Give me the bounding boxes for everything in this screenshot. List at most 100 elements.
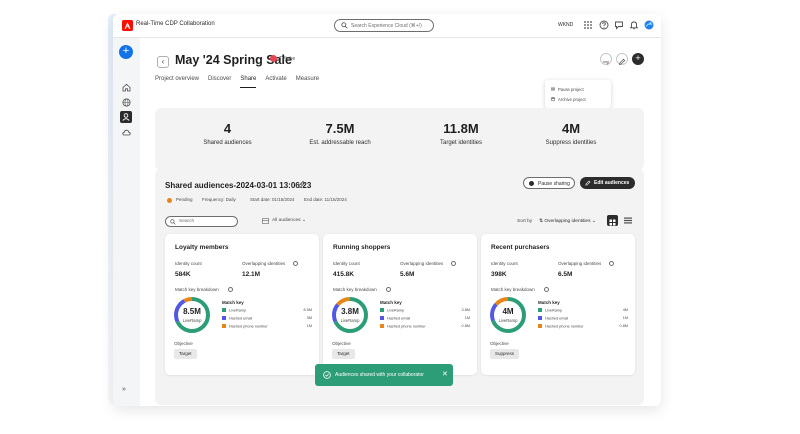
- legend-label: Hashed email: [387, 316, 411, 321]
- stat-label: Shared audiences: [203, 140, 252, 146]
- stat-value: 4: [223, 121, 232, 136]
- info-icon[interactable]: [609, 261, 614, 266]
- info-icon[interactable]: [451, 261, 456, 266]
- project-actions-menu: Pause project Archive project: [545, 80, 611, 108]
- identity-count-value: 398K: [491, 271, 507, 278]
- tab-discover[interactable]: Discover: [208, 76, 231, 88]
- audience-card[interactable]: Running shoppers Identity count 415.8K O…: [323, 234, 477, 375]
- match-key-breakdown-label: Match key breakdown: [175, 287, 219, 292]
- archive-icon: [551, 97, 555, 101]
- audience-card[interactable]: Recent purchasers Identity count 398K Ov…: [481, 234, 635, 375]
- pause-sharing-label: Pause sharing: [538, 180, 570, 187]
- tab-project-overview[interactable]: Project overview: [155, 76, 199, 88]
- info-icon[interactable]: [544, 287, 549, 292]
- legend-row-liveramp: LiveRamp 8.5M: [222, 308, 312, 313]
- search-icon: [170, 219, 176, 225]
- pencil-icon: [618, 58, 626, 66]
- people-icon[interactable]: [120, 111, 132, 123]
- create-button[interactable]: +: [119, 45, 133, 59]
- org-switcher[interactable]: WKND: [558, 22, 573, 28]
- stat-label: Suppress identities: [545, 140, 597, 146]
- sort-dropdown[interactable]: ⇅ Overlapping identities ⌄: [539, 219, 596, 224]
- audience-name: Recent purchasers: [491, 244, 550, 251]
- audience-name: Running shoppers: [333, 244, 391, 251]
- legend-swatch: [380, 308, 384, 312]
- donut-value: 4M: [502, 307, 514, 316]
- donut-sublabel: LiveRamp: [340, 318, 360, 323]
- legend-value: 3.8M: [461, 308, 470, 312]
- overlap-label: Overlapping identities: [558, 261, 602, 266]
- help-icon[interactable]: [599, 20, 609, 30]
- legend-swatch: [538, 308, 542, 312]
- legend-value: 0.8M: [461, 324, 470, 328]
- adobe-logo-icon[interactable]: [122, 20, 133, 31]
- audience-card[interactable]: Loyalty members Identity count 584K Over…: [165, 234, 319, 375]
- edit-audiences-label: Edit audiences: [594, 179, 630, 186]
- legend-row-hashed-phone: Hashed phone number 1M: [222, 324, 312, 329]
- legend-swatch: [538, 324, 542, 328]
- panel-title: Shared audiences-2024-03-01 13:06:23: [165, 181, 312, 190]
- tab-activate[interactable]: Activate: [265, 76, 286, 88]
- audience-filter-label: All audiences: [272, 218, 301, 223]
- globe-icon[interactable]: [122, 98, 131, 107]
- more-actions-button[interactable]: [600, 53, 612, 66]
- toast-close-button[interactable]: ✕: [442, 370, 448, 378]
- menu-item-pause-project[interactable]: Pause project: [558, 87, 584, 92]
- pause-sharing-button[interactable]: Pause sharing: [523, 177, 575, 189]
- identity-count-value: 584K: [175, 271, 191, 278]
- stat-addressable-reach: 7.5M Est. addressable reach: [285, 121, 395, 146]
- user-avatar-icon[interactable]: [644, 20, 654, 30]
- legend-label: Hashed phone number: [387, 324, 426, 329]
- top-bar: Real-Time CDP Collaboration Search Exper…: [113, 14, 661, 38]
- edit-audiences-button[interactable]: Edit audiences: [580, 177, 635, 189]
- info-icon[interactable]: [293, 261, 298, 266]
- identity-count-label: Identity count: [175, 261, 202, 266]
- notifications-bell-icon[interactable]: [629, 20, 639, 30]
- global-search-input[interactable]: Search Experience Cloud (⌘+/): [334, 19, 434, 32]
- edit-title-pencil-icon[interactable]: [297, 180, 306, 189]
- legend-row-hashed-email: Hashed email 1M: [380, 316, 470, 321]
- overlap-label: Overlapping identities: [400, 261, 444, 266]
- frequency-text: Frequency: Daily: [202, 197, 236, 202]
- tab-share[interactable]: Share: [240, 76, 257, 88]
- edit-project-button[interactable]: [616, 53, 628, 66]
- legend-label: Hashed email: [545, 316, 569, 321]
- cloud-icon[interactable]: [122, 128, 131, 137]
- legend-row-hashed-phone: Hashed phone number 0.8M: [380, 324, 470, 329]
- legend-label: LiveRamp: [545, 308, 563, 313]
- expand-nav-button[interactable]: »: [122, 386, 126, 393]
- identity-count-label: Identity count: [333, 261, 360, 266]
- identity-count-label: Identity count: [491, 261, 518, 266]
- add-button[interactable]: +: [632, 53, 644, 65]
- objective-label: Objective: [174, 341, 193, 346]
- feedback-icon[interactable]: [614, 20, 624, 30]
- legend-swatch: [380, 316, 384, 320]
- legend-label: Hashed phone number: [545, 324, 584, 329]
- match-key-title: Match key: [538, 300, 560, 305]
- back-button[interactable]: ‹: [157, 56, 169, 68]
- legend-value: 3M: [306, 316, 312, 320]
- legend-label: Hashed phone number: [229, 324, 268, 329]
- tab-measure[interactable]: Measure: [296, 76, 319, 88]
- audience-filter-dropdown[interactable]: All audiences ⌄: [272, 218, 306, 223]
- project-tabs: Project overview Discover Share Activate…: [155, 76, 328, 88]
- objective-tag: Suppress: [490, 349, 520, 359]
- info-icon[interactable]: [386, 287, 391, 292]
- legend-value: 0.8M: [619, 324, 628, 328]
- stat-target-identities: 11.8M Target identities: [411, 121, 511, 146]
- apps-grid-icon[interactable]: [583, 20, 593, 30]
- legend-swatch: [380, 324, 384, 328]
- edit-pencil-icon: [585, 180, 591, 186]
- grid-view-button[interactable]: [607, 215, 618, 226]
- home-icon[interactable]: [122, 83, 131, 92]
- audience-search-input[interactable]: Search: [165, 216, 238, 227]
- overlap-value: 6.5M: [558, 271, 573, 278]
- menu-item-archive-project[interactable]: Archive project: [558, 97, 586, 102]
- more-dots-icon: [603, 61, 610, 66]
- filter-icon: [262, 218, 269, 224]
- list-view-icon[interactable]: [624, 217, 632, 224]
- donut-sublabel: LiveRamp: [182, 318, 202, 323]
- legend-label: LiveRamp: [229, 308, 247, 313]
- info-icon[interactable]: [228, 287, 233, 292]
- stat-shared-audiences: 4 Shared audiences: [185, 121, 270, 146]
